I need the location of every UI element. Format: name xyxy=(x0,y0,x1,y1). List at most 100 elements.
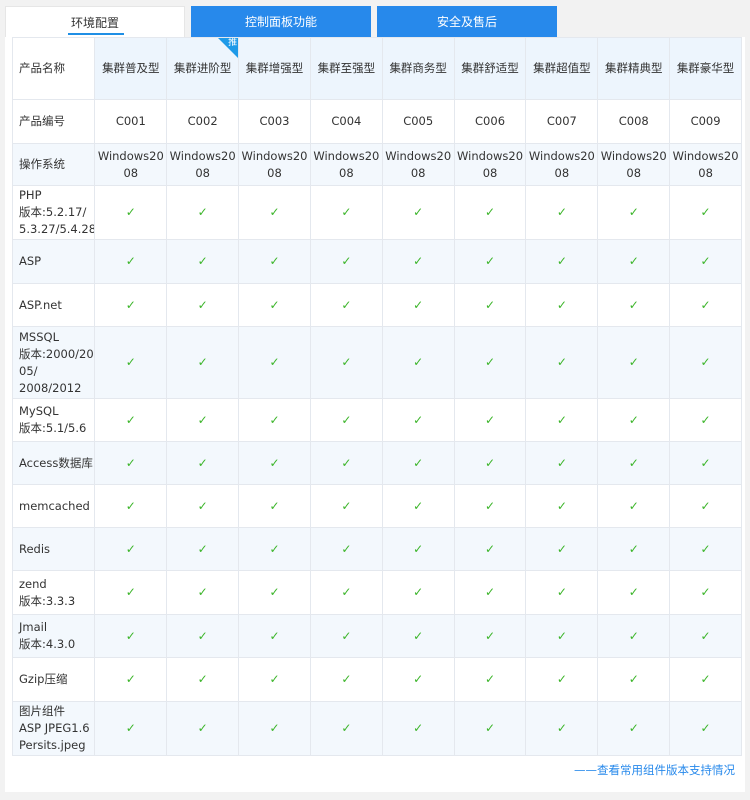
supported-cell: ✓ xyxy=(669,398,742,442)
check-icon: ✓ xyxy=(628,585,639,599)
check-icon: ✓ xyxy=(125,205,136,219)
check-icon: ✓ xyxy=(269,205,280,219)
supported-cell: ✓ xyxy=(381,326,455,399)
check-icon: ✓ xyxy=(197,412,208,427)
product-code: C001 xyxy=(94,99,168,144)
os-value: Windows2008 xyxy=(313,148,380,180)
product-name-cell: 集群商务型 xyxy=(381,37,455,100)
check-icon: ✓ xyxy=(413,585,424,599)
supported-cell: ✓ xyxy=(669,185,742,240)
feature-label-line: 版本:4.3.0 xyxy=(19,637,76,651)
supported-cell: ✓ xyxy=(453,239,527,284)
check-icon: ✓ xyxy=(700,721,711,735)
check-icon: ✓ xyxy=(341,355,352,369)
supported-cell: ✓ xyxy=(238,239,311,284)
feature-label-line: 2008/2012 xyxy=(19,380,82,395)
check-icon: ✓ xyxy=(413,721,424,735)
feature-label: zend 版本:3.3.3 xyxy=(11,570,96,615)
check-icon: ✓ xyxy=(556,254,567,268)
page: 环境配置 控制面板功能 安全及售后 产品名称 集群普及型推集群进阶型 集群增强型 集群… xyxy=(0,0,750,800)
supported-cell: ✓ xyxy=(238,441,311,485)
check-icon: ✓ xyxy=(700,672,711,686)
product-code: C005 xyxy=(381,99,455,144)
supported-cell: ✓ xyxy=(525,701,599,756)
check-icon: ✓ xyxy=(197,498,208,513)
product-name-row: 产品名称 集群普及型推集群进阶型 集群增强型 集群至强型 集群商务型 集群舒适型 集群超值型… xyxy=(11,37,742,100)
check-icon: ✓ xyxy=(125,721,136,735)
feature-row: Redis ✓ ✓ ✓ ✓ ✓ ✓ ✓ ✓ ✓ xyxy=(11,527,742,571)
check-icon: ✓ xyxy=(341,254,352,268)
check-icon: ✓ xyxy=(485,205,496,219)
check-icon: ✓ xyxy=(269,541,280,556)
supported-cell: ✓ xyxy=(453,614,527,658)
tab-security-support[interactable]: 安全及售后 xyxy=(377,6,557,38)
supported-cell: ✓ xyxy=(453,185,527,240)
check-icon: ✓ xyxy=(341,455,352,470)
feature-label-line: Persits.jpeg xyxy=(19,738,86,752)
product-name-cell: 集群精典型 xyxy=(597,37,671,100)
check-icon: ✓ xyxy=(556,355,567,369)
supported-cell: ✓ xyxy=(597,326,671,399)
check-icon: ✓ xyxy=(341,628,352,643)
supported-cell: ✓ xyxy=(669,527,742,571)
check-icon: ✓ xyxy=(485,254,496,268)
feature-label: MySQL 版本:5.1/5.6 xyxy=(11,398,96,442)
supported-cell: ✓ xyxy=(453,441,527,485)
os-value: Windows2008 xyxy=(97,148,164,180)
supported-cell: ✓ xyxy=(309,614,383,658)
supported-cell: ✓ xyxy=(381,701,455,756)
check-icon: ✓ xyxy=(197,672,208,686)
check-icon: ✓ xyxy=(125,541,136,556)
check-icon: ✓ xyxy=(341,672,352,686)
supported-cell: ✓ xyxy=(525,570,599,615)
os-cell: Windows2008 xyxy=(381,143,455,186)
tab-control-panel[interactable]: 控制面板功能 xyxy=(191,6,371,38)
check-icon: ✓ xyxy=(556,498,567,513)
feature-label-line: 图片组件 xyxy=(19,704,65,718)
feature-label-line: 版本:2000/20 xyxy=(19,346,94,361)
product-code: C007 xyxy=(525,99,599,144)
feature-row: Jmail 版本:4.3.0 ✓ ✓ ✓ ✓ ✓ ✓ ✓ ✓ ✓ xyxy=(11,614,742,658)
check-icon: ✓ xyxy=(269,672,280,686)
supported-cell: ✓ xyxy=(525,527,599,571)
check-icon: ✓ xyxy=(413,254,424,268)
feature-label: Gzip压缩 xyxy=(11,657,96,702)
component-versions-link[interactable]: ——查看常用组件版本支持情况 xyxy=(574,762,735,778)
supported-cell: ✓ xyxy=(525,283,599,327)
feature-label-line: Gzip压缩 xyxy=(19,672,68,686)
supported-cell: ✓ xyxy=(238,570,311,615)
check-icon: ✓ xyxy=(485,498,496,513)
supported-cell: ✓ xyxy=(166,484,240,528)
os-value: Windows2008 xyxy=(385,148,452,180)
supported-cell: ✓ xyxy=(309,441,383,485)
supported-cell: ✓ xyxy=(166,701,240,756)
check-icon: ✓ xyxy=(125,412,136,427)
tab-label: 环境配置 xyxy=(70,16,119,30)
tab-environment[interactable]: 环境配置 xyxy=(5,6,185,38)
check-icon: ✓ xyxy=(556,628,567,643)
feature-label: MSSQL 版本:2000/20 05/2008/2012 xyxy=(11,326,96,399)
check-icon: ✓ xyxy=(700,297,711,312)
os-cell: Windows2008 xyxy=(525,143,599,186)
supported-cell: ✓ xyxy=(525,185,599,240)
tab-bar: 环境配置 控制面板功能 安全及售后 xyxy=(5,6,563,38)
product-code: C008 xyxy=(597,99,671,144)
feature-label-line: PHP xyxy=(19,188,42,202)
feature-label-line: 版本:5.2.17/ xyxy=(19,205,87,219)
feature-label: 图片组件 ASP JPEG1.6 Persits.jpeg xyxy=(11,701,96,756)
supported-cell: ✓ xyxy=(238,701,311,756)
supported-cell: ✓ xyxy=(238,527,311,571)
check-icon: ✓ xyxy=(485,541,496,556)
supported-cell: ✓ xyxy=(597,441,671,485)
comparison-table: 产品名称 集群普及型推集群进阶型 集群增强型 集群至强型 集群商务型 集群舒适型 集群超值型… xyxy=(11,37,742,756)
feature-label-line: MySQL xyxy=(19,404,59,418)
product-code: C004 xyxy=(309,99,383,144)
feature-row: 图片组件 ASP JPEG1.6 Persits.jpeg ✓ ✓ ✓ ✓ ✓ ✓ ✓ ✓ ✓ xyxy=(11,701,742,756)
supported-cell: ✓ xyxy=(309,527,383,571)
supported-cell: ✓ xyxy=(166,441,240,485)
tab-label: 控制面板功能 xyxy=(244,15,317,29)
feature-row: MySQL 版本:5.1/5.6 ✓ ✓ ✓ ✓ ✓ ✓ ✓ ✓ ✓ xyxy=(11,398,742,442)
os-cell: Windows2008 xyxy=(669,143,742,186)
check-icon: ✓ xyxy=(413,205,424,219)
supported-cell: ✓ xyxy=(597,484,671,528)
